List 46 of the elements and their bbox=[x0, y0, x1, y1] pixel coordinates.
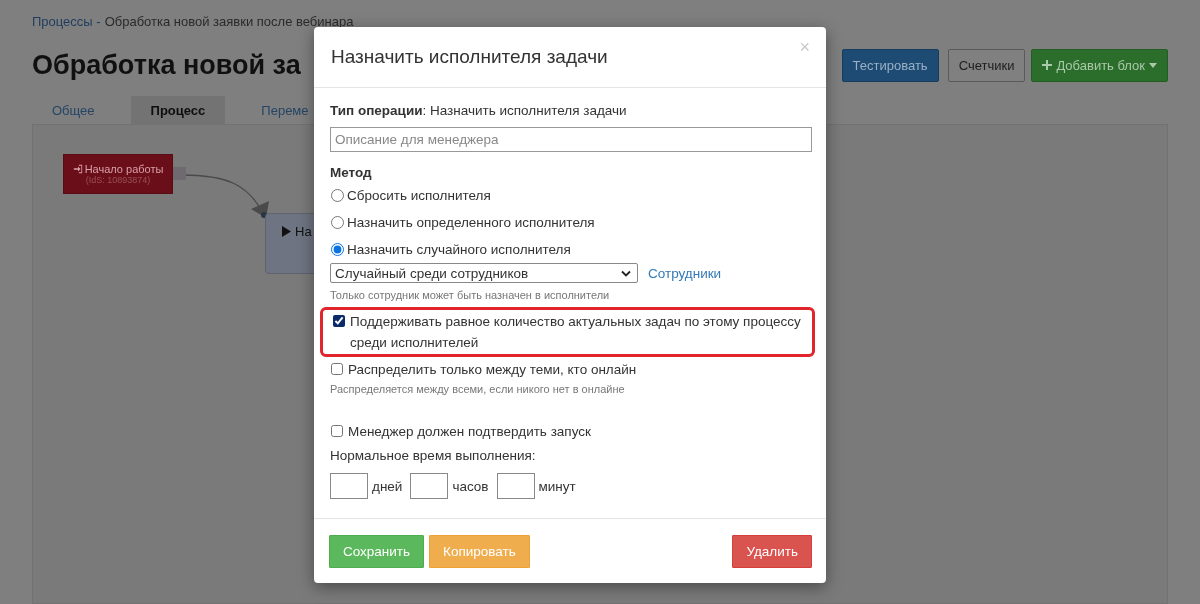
plus-icon bbox=[1042, 60, 1053, 70]
duration-field[interactable] bbox=[410, 473, 449, 499]
select-hint: Только сотрудник может быть назначен в исполнители bbox=[330, 289, 611, 301]
chevron-icon bbox=[621, 269, 631, 277]
dialog-button[interactable]: Удалить bbox=[732, 534, 812, 568]
dialog-button[interactable]: Копировать bbox=[429, 534, 530, 568]
radio-button[interactable] bbox=[331, 216, 344, 229]
radio-label: Сбросить исполнителя bbox=[347, 188, 491, 203]
page-title: Обработка новой за bbox=[32, 49, 301, 82]
tab[interactable]: Процесс bbox=[130, 96, 226, 124]
option-hint: Распределяется между всеми, если никого нет в онлайне bbox=[330, 383, 626, 395]
dialog-title: Назначить исполнителя задачи bbox=[331, 46, 608, 68]
duration-label: Нормальное время выполнения: bbox=[330, 447, 537, 465]
unit-label: часов bbox=[452, 478, 489, 494]
radio-label: Назначить случайного исполнителя bbox=[347, 242, 571, 257]
checkbox[interactable] bbox=[331, 425, 343, 437]
toolbar-button[interactable]: Тестировать bbox=[841, 48, 939, 82]
play-icon bbox=[282, 226, 291, 237]
employees-link[interactable]: Сотрудники bbox=[648, 265, 722, 281]
description-field[interactable]: Описание для менеджера bbox=[330, 127, 812, 152]
duration-field[interactable] bbox=[330, 473, 368, 499]
checkbox[interactable] bbox=[333, 315, 345, 327]
checkbox-label: Распределить только между теми, кто онлайн bbox=[348, 361, 638, 379]
duration-field[interactable] bbox=[496, 473, 535, 499]
radio-button[interactable] bbox=[331, 189, 344, 202]
unit-label: минут bbox=[538, 478, 576, 494]
operation-type: Тип операции: Назначить исполнителя задачи bbox=[330, 102, 628, 120]
checkbox-label: Поддерживать равное количество актуальных задач по этому процессу среди исполнителей bbox=[350, 313, 802, 352]
assignee-select[interactable]: Случайный среди сотрудников bbox=[330, 263, 638, 283]
node-title: Начало работы bbox=[72, 163, 164, 175]
radio-label: Назначить определенного исполнителя bbox=[347, 215, 595, 230]
caret-icon bbox=[1149, 62, 1157, 68]
unit-label: дней bbox=[372, 478, 403, 494]
enter-icon bbox=[72, 164, 83, 174]
radio-button[interactable] bbox=[331, 243, 344, 256]
node-port[interactable] bbox=[173, 167, 186, 180]
tab[interactable]: Общее bbox=[32, 96, 115, 124]
toolbar-button[interactable]: Счетчики bbox=[947, 48, 1026, 82]
breadcrumb-link[interactable]: Процессы - bbox=[32, 14, 101, 30]
checkbox[interactable] bbox=[331, 363, 343, 375]
breadcrumb-current: Обработка новой заявки после вебинара bbox=[104, 14, 354, 30]
node-title: На bbox=[282, 224, 312, 239]
toolbar-button[interactable]: Добавить блок bbox=[1031, 48, 1168, 82]
method-label: Метод bbox=[330, 164, 373, 182]
dialog-button[interactable]: Сохранить bbox=[329, 534, 425, 568]
checkbox-label: Менеджер должен подтвердить запуск bbox=[348, 423, 592, 441]
